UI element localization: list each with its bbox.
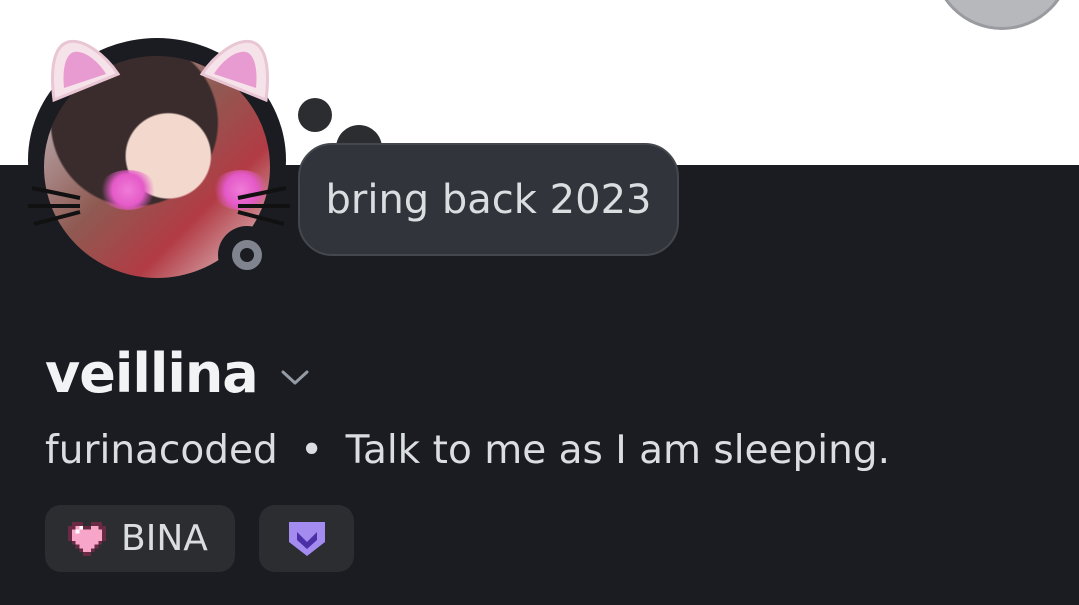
offline-status-indicator (218, 226, 276, 284)
chevron-down-icon[interactable] (280, 368, 310, 388)
cat-ear-left-icon (51, 39, 121, 103)
status-ring-icon (232, 240, 262, 270)
profile-badge[interactable] (259, 505, 354, 572)
display-name-row[interactable]: veillina (45, 342, 310, 405)
badge-row: BINA (45, 505, 354, 572)
cat-ear-right-icon (199, 39, 269, 103)
profile-avatar[interactable] (28, 38, 290, 290)
display-name: veillina (45, 342, 259, 405)
pronouns-text: furinacoded (45, 428, 278, 473)
pixel-heart-icon (68, 521, 106, 556)
bio-text: Talk to me as I am sleeping. (345, 428, 890, 473)
custom-status-text: bring back 2023 (325, 176, 652, 223)
thought-bubble-dot-small (298, 98, 332, 132)
guild-tag-label: BINA (121, 518, 208, 559)
purple-chevron-shield-icon (288, 521, 325, 556)
profile-subtitle: furinacoded • Talk to me as I am sleepin… (45, 428, 890, 473)
subtitle-separator: • (300, 428, 324, 473)
guild-tag-badge[interactable]: BINA (45, 505, 235, 572)
custom-status-bubble[interactable]: bring back 2023 (298, 143, 679, 256)
